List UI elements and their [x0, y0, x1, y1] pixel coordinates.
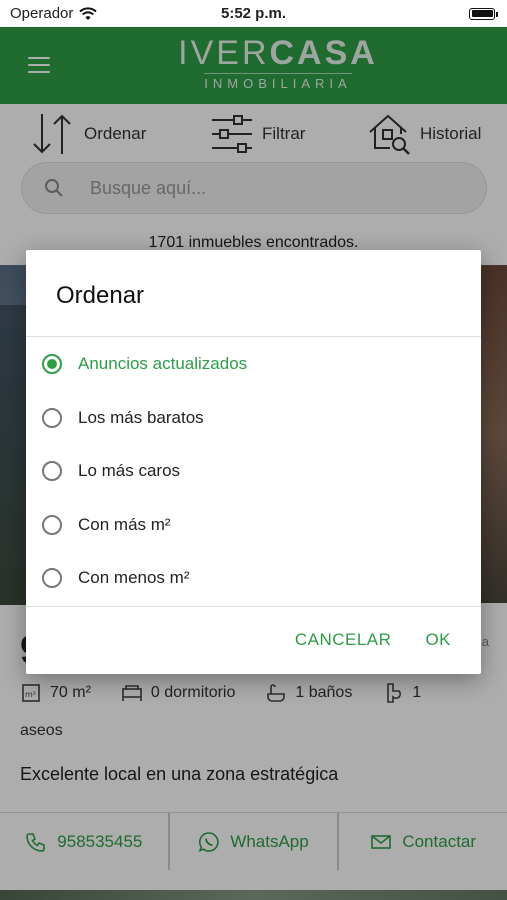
- sort-option-cheapest[interactable]: Los más baratos: [26, 391, 481, 445]
- radio-selected[interactable]: [42, 354, 62, 374]
- sort-option-most-expensive[interactable]: Lo más caros: [26, 444, 481, 498]
- cancel-button[interactable]: CANCELAR: [295, 630, 392, 650]
- sort-option-most-area[interactable]: Con más m²: [26, 498, 481, 552]
- status-bar: Operador 5:52 p.m.: [0, 0, 507, 27]
- sort-dialog: Ordenar Anuncios actualizados Los más ba…: [26, 250, 481, 674]
- dialog-actions: CANCELAR OK: [295, 630, 451, 650]
- radio-unselected[interactable]: [42, 515, 62, 535]
- dialog-title: Ordenar: [56, 282, 145, 309]
- dialog-divider-bottom: [26, 606, 481, 607]
- wifi-icon: [79, 6, 98, 20]
- carrier-label: Operador: [10, 5, 74, 22]
- option-label: Con menos m²: [78, 568, 190, 587]
- option-label: Los más baratos: [78, 408, 204, 427]
- battery-icon: [469, 7, 498, 20]
- sort-option-least-area[interactable]: Con menos m²: [26, 551, 481, 605]
- radio-unselected[interactable]: [42, 408, 62, 428]
- radio-unselected[interactable]: [42, 461, 62, 481]
- sort-option-updated[interactable]: Anuncios actualizados: [26, 337, 481, 391]
- radio-unselected[interactable]: [42, 568, 62, 588]
- ok-button[interactable]: OK: [425, 630, 451, 650]
- option-label: Anuncios actualizados: [78, 354, 248, 373]
- option-label: Con más m²: [78, 515, 171, 534]
- option-label: Lo más caros: [78, 461, 181, 480]
